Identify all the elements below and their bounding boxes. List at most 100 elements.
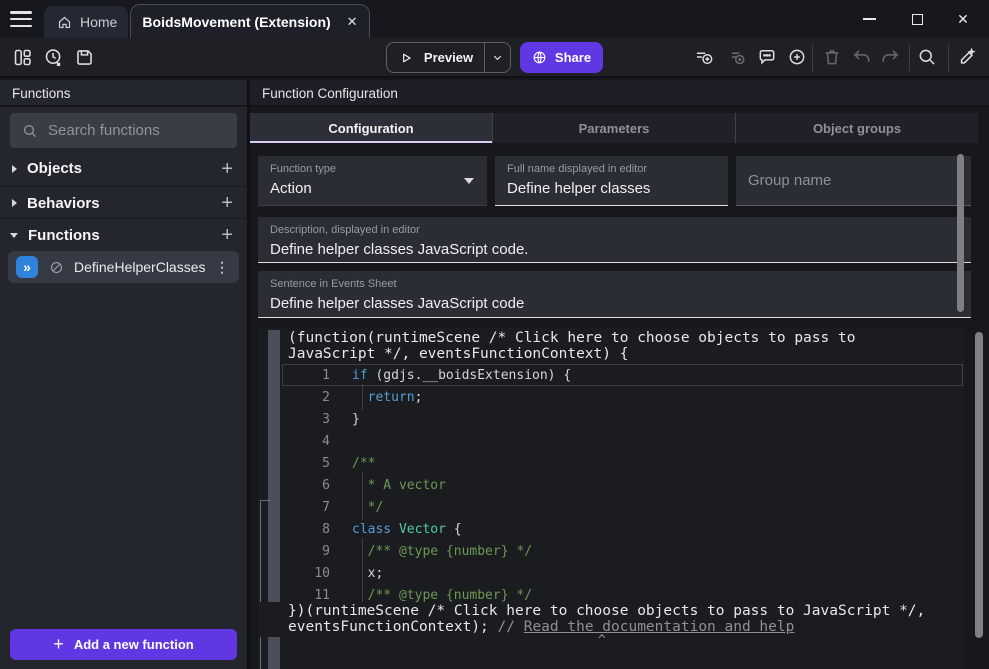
title-bar: Home BoidsMovement (Extension) ✕ ✕ [0, 0, 989, 38]
kebab-menu-icon[interactable]: ⋮ [215, 259, 229, 276]
code-text: if (gdjs.__boidsExtension) { [344, 368, 571, 383]
code-text: x; [344, 566, 383, 581]
line-number: 9 [282, 544, 344, 559]
add-behavior-button[interactable]: + [221, 193, 233, 213]
code-line[interactable]: 2 return; [282, 386, 965, 408]
code-text: /** [344, 456, 375, 471]
history-icon[interactable] [43, 47, 64, 68]
code-line[interactable]: 7 */ [282, 496, 965, 518]
sidebar-item-functions[interactable]: Functions + [0, 220, 247, 250]
tab-home[interactable]: Home [44, 6, 128, 38]
preview-button[interactable]: Preview [386, 42, 511, 73]
field-label: Function type [270, 163, 475, 175]
group-name-field[interactable] [736, 156, 971, 206]
sentence-field[interactable]: Sentence in Events Sheet Define helper c… [258, 271, 971, 318]
line-number: 2 [282, 390, 344, 405]
no-symbol-icon [49, 260, 64, 275]
collapse-caret[interactable]: ^ [598, 633, 606, 648]
sidebar-item-objects[interactable]: Objects + [0, 151, 247, 187]
search-icon[interactable] [917, 47, 937, 67]
tab-label: Configuration [328, 121, 413, 136]
undo-icon[interactable] [852, 47, 872, 67]
window-close-button[interactable]: ✕ [950, 9, 976, 29]
code-wrapper-footer[interactable]: })(runtimeScene /* Click here to choose … [258, 602, 965, 637]
line-number: 7 [282, 500, 344, 515]
gdevelop-window: Home BoidsMovement (Extension) ✕ ✕ Previ… [0, 0, 989, 669]
redo-icon[interactable] [880, 47, 900, 67]
line-number: 8 [282, 522, 344, 537]
share-button[interactable]: Share [520, 42, 603, 73]
add-circle-icon[interactable] [787, 47, 807, 67]
dropdown-caret-icon [464, 178, 474, 184]
tab-extension[interactable]: BoidsMovement (Extension) ✕ [130, 4, 370, 38]
function-type-select[interactable]: Function type Action [258, 156, 487, 206]
edit-extension-icon[interactable] [957, 47, 977, 67]
code-text: return; [344, 390, 422, 405]
play-icon [399, 51, 413, 65]
search-icon [22, 123, 38, 139]
field-label: Full name displayed in editor [507, 163, 716, 175]
window-minimize-button[interactable] [856, 9, 882, 29]
code-text: /** @type {number} */ [344, 544, 532, 559]
add-event-icon[interactable] [694, 47, 714, 67]
window-maximize-button[interactable] [904, 9, 930, 29]
sidebar-item-behaviors[interactable]: Behaviors + [0, 188, 247, 219]
add-comment-icon[interactable] [757, 47, 777, 67]
field-value: Define helper classes [507, 180, 716, 197]
code-line[interactable]: 4 [282, 430, 965, 452]
code-line[interactable]: 5/** [282, 452, 965, 474]
add-new-function-button[interactable]: + Add a new function [10, 629, 237, 660]
toolbar-divider [812, 45, 813, 71]
add-function-tree-button[interactable]: + [221, 225, 233, 245]
line-number: 3 [282, 412, 344, 427]
code-text: class Vector { [344, 522, 462, 537]
code-line[interactable]: 1if (gdjs.__boidsExtension) { [282, 364, 965, 386]
field-value: Define helper classes JavaScript code. [270, 241, 959, 258]
field-label: Sentence in Events Sheet [270, 278, 959, 290]
toolbar: Preview Share [0, 38, 989, 78]
config-scrollbar[interactable] [957, 154, 964, 312]
menu-icon[interactable] [10, 11, 32, 27]
code-line[interactable]: 3} [282, 408, 965, 430]
line-number: 11 [282, 588, 344, 603]
code-line[interactable]: 8class Vector { [282, 518, 965, 540]
preview-dropdown-button[interactable] [485, 52, 510, 63]
function-gear-icon: » [16, 256, 38, 278]
field-value: Action [270, 180, 475, 197]
plus-icon: + [53, 634, 64, 655]
save-icon[interactable] [74, 47, 95, 68]
functions-sidebar: Functions Objects + Behaviors + Function… [0, 80, 247, 669]
tab-parameters[interactable]: Parameters [492, 113, 735, 143]
code-scrollbar[interactable] [975, 332, 983, 638]
trash-icon[interactable] [822, 47, 842, 67]
documentation-link[interactable]: Read the documentation and help [524, 619, 795, 635]
event-selection-bracket [260, 500, 270, 669]
preview-label: Preview [413, 50, 484, 65]
indent-guide [362, 494, 363, 520]
search-functions-box[interactable] [10, 113, 237, 148]
code-wrapper-header[interactable]: (function(runtimeScene /* Click here to … [288, 331, 855, 362]
function-item-definehelperclasses[interactable]: » DefineHelperClasses ⋮ [8, 251, 239, 283]
full-name-field[interactable]: Full name displayed in editor Define hel… [495, 156, 728, 206]
code-line[interactable]: 9 /** @type {number} */ [282, 540, 965, 562]
code-text: */ [344, 500, 383, 515]
code-line[interactable]: 10 x; [282, 562, 965, 584]
function-item-label: DefineHelperClasses [74, 259, 206, 275]
tab-object-groups[interactable]: Object groups [735, 113, 978, 143]
add-object-button[interactable]: + [221, 159, 233, 179]
share-label: Share [555, 50, 591, 65]
add-sub-event-icon[interactable] [726, 47, 746, 67]
code-line[interactable]: 6 * A vector [282, 474, 965, 496]
tab-configuration[interactable]: Configuration [250, 113, 492, 143]
home-icon [57, 15, 72, 30]
field-value: Define helper classes JavaScript code [270, 295, 959, 312]
code-lines[interactable]: 1if (gdjs.__boidsExtension) {2 return;3}… [282, 364, 965, 606]
project-manager-icon[interactable] [12, 47, 33, 68]
line-number: 6 [282, 478, 344, 493]
tab-close-icon[interactable]: ✕ [347, 14, 358, 30]
js-code-event[interactable]: (function(runtimeScene /* Click here to … [258, 327, 965, 669]
description-field[interactable]: Description, displayed in editor Define … [258, 217, 971, 263]
group-name-input[interactable] [748, 172, 959, 189]
search-functions-input[interactable] [48, 122, 213, 139]
configuration-tabs: Configuration Parameters Object groups [250, 113, 978, 143]
